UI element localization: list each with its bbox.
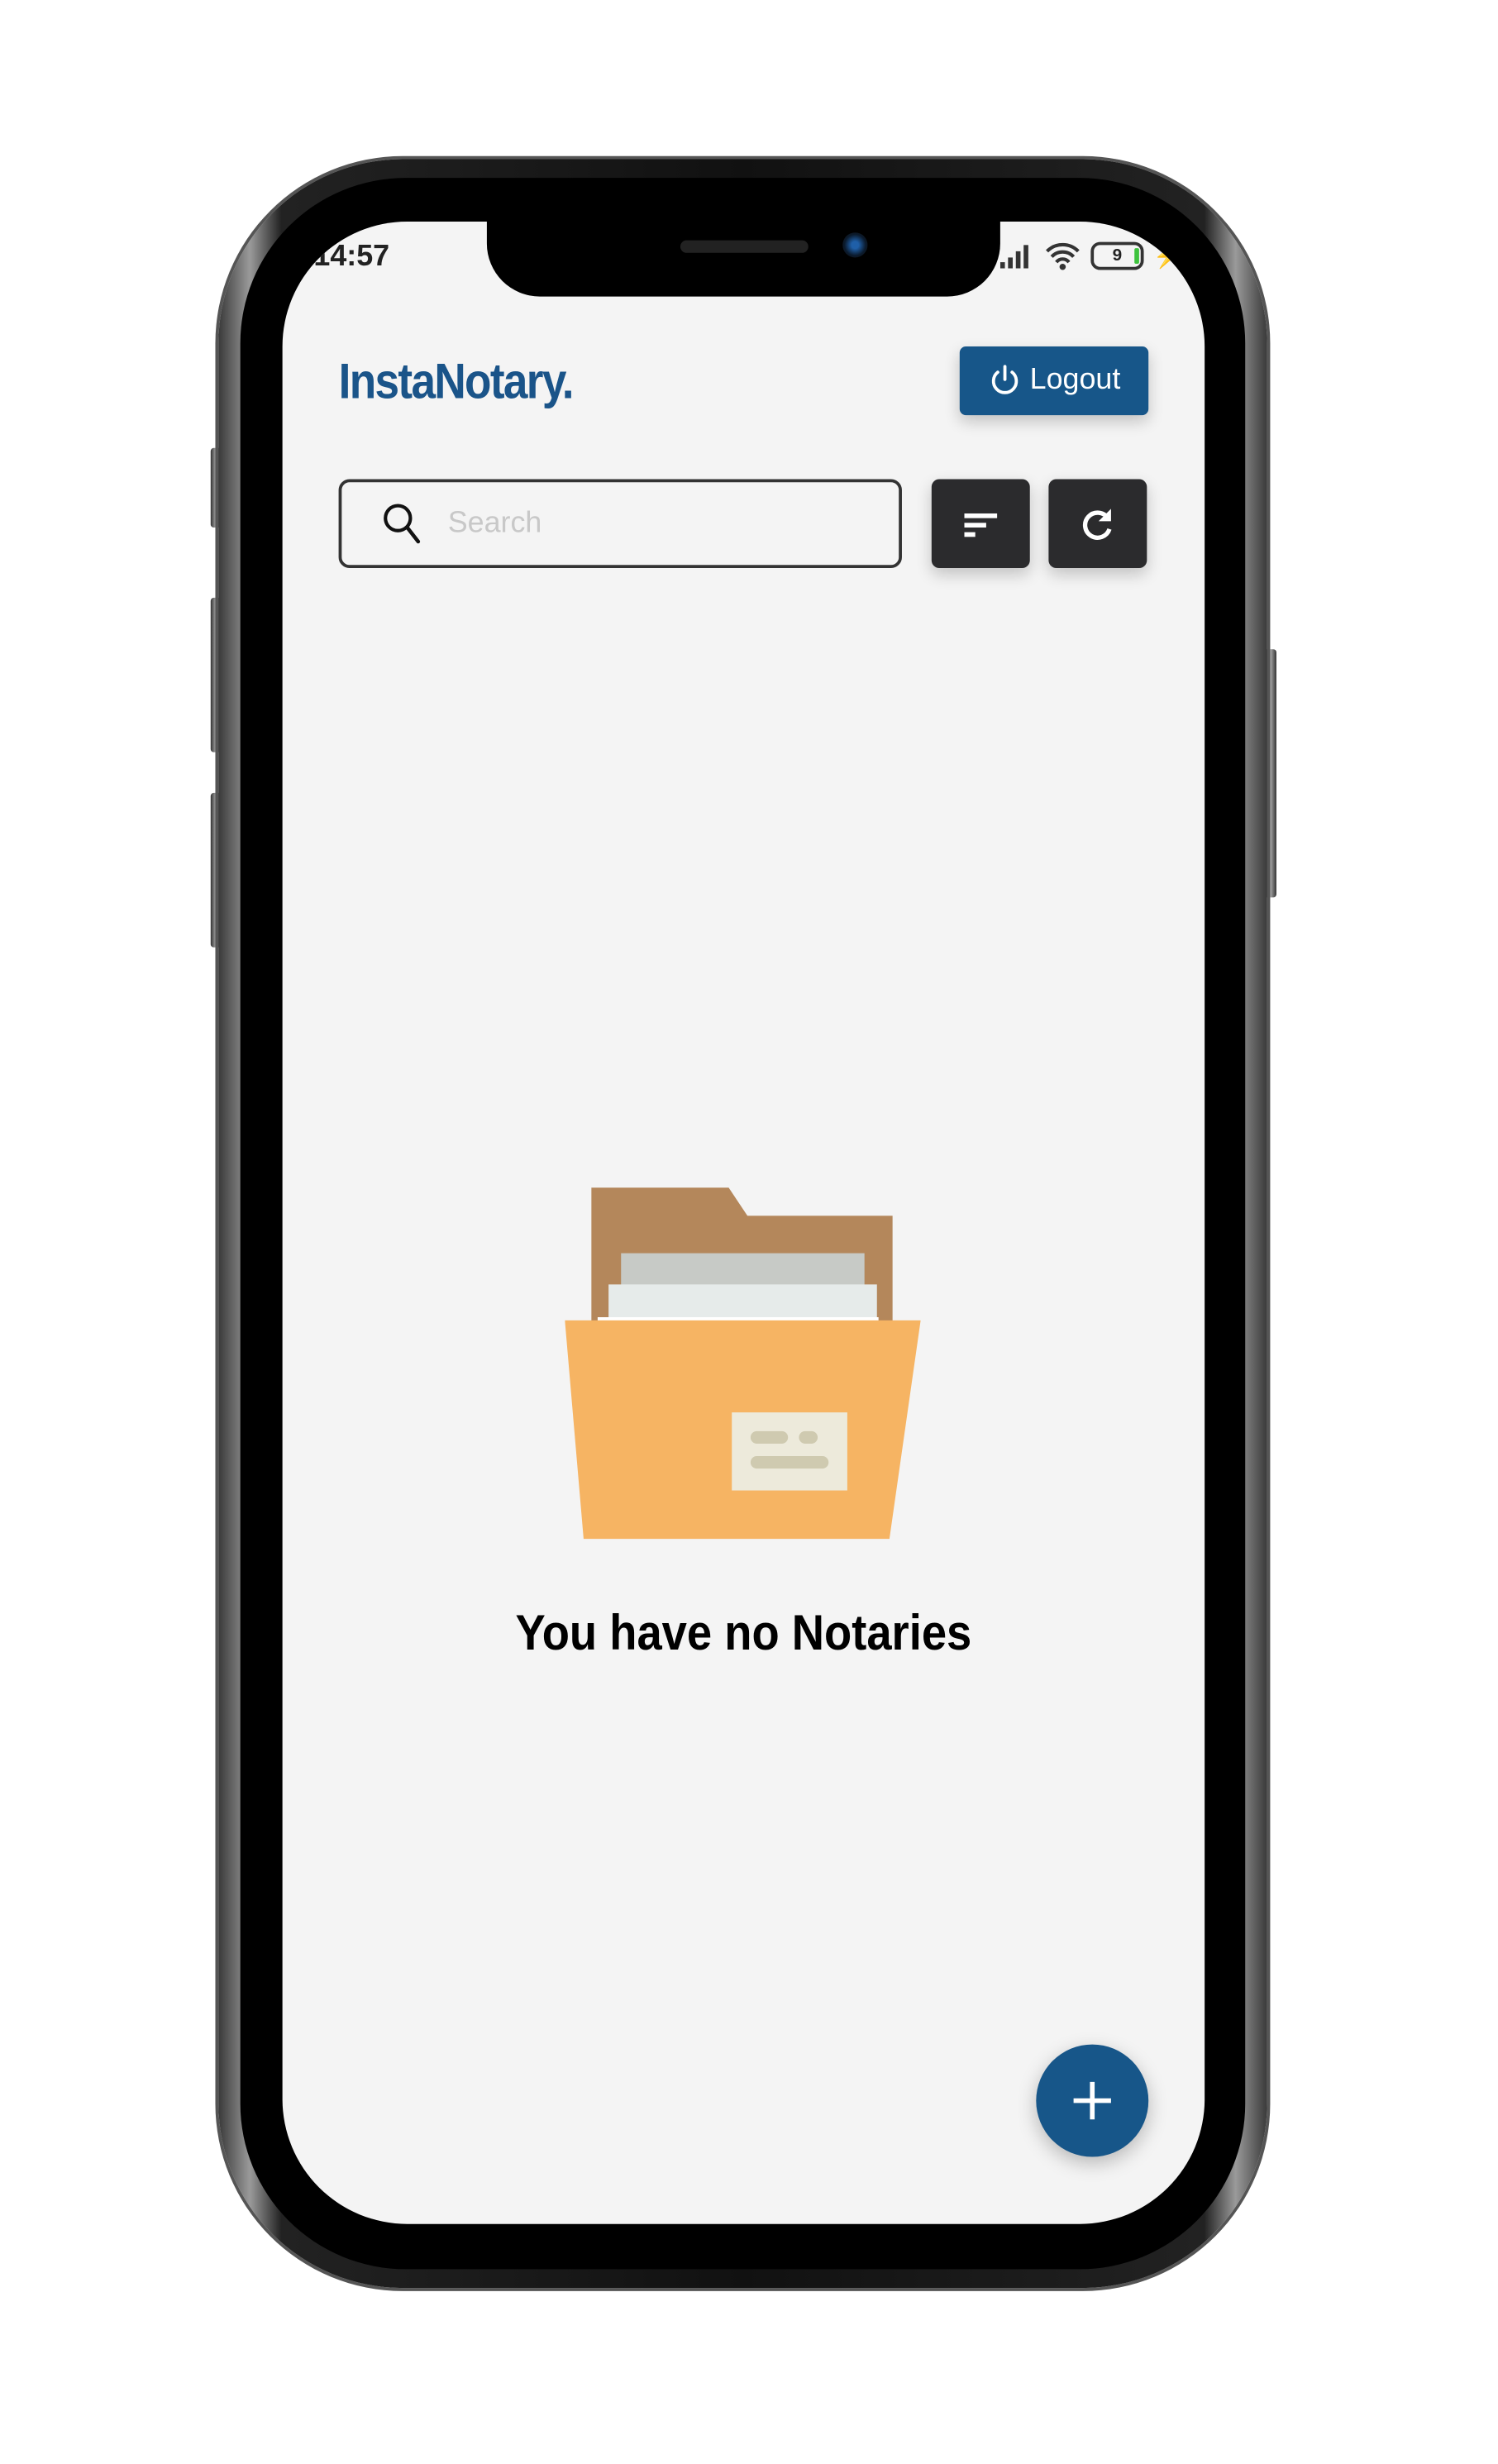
empty-folder-illustration [565,1187,921,1540]
status-icons: 9 ⚡ [999,241,1183,272]
power-icon [991,365,1019,394]
speaker-grille [680,240,809,253]
app-screen: 14:57 9 ⚡ InstaNotary. Logout Search You… [282,222,1205,2224]
notch [486,222,1000,297]
front-camera [842,232,868,258]
charging-icon: ⚡ [1152,243,1183,270]
logout-button[interactable]: Logout [959,346,1149,416]
search-icon [384,503,421,543]
filter-icon [963,513,997,537]
refresh-button[interactable] [1048,479,1147,569]
refresh-icon [1082,508,1111,539]
add-notary-button[interactable] [1036,2044,1149,2157]
empty-state-message: You have no Notaries [515,1604,972,1661]
status-time: 14:57 [313,240,390,274]
signal-icon [999,245,1028,269]
filter-button[interactable] [931,479,1030,569]
battery-icon: 9 [1090,241,1144,270]
logout-label: Logout [1029,363,1121,397]
app-title: InstaNotary. [338,352,575,409]
plus-icon [1073,2081,1111,2120]
battery-level: 9 [1112,246,1123,265]
wifi-icon [1046,242,1080,270]
search-input[interactable] [444,504,857,542]
search-box[interactable] [338,479,902,569]
